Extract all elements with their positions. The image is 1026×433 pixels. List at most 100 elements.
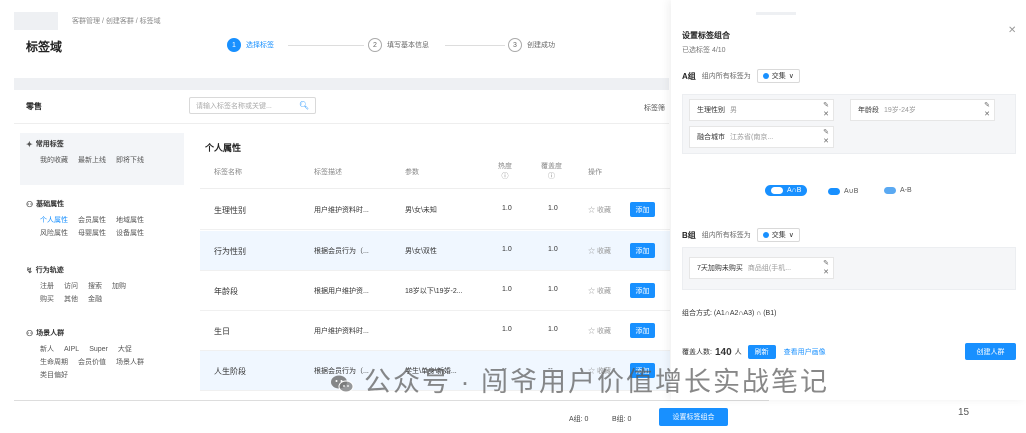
remove-icon[interactable]: ✕ (823, 138, 829, 145)
refresh-button[interactable]: 刷新 (747, 345, 776, 359)
sidebar-group-title: 基础属性 (36, 201, 65, 208)
sidebar-item-latest[interactable]: 最新上线 (78, 154, 106, 167)
people-icon: ⚇ (26, 199, 34, 209)
sidebar-item-register[interactable]: 注册 (40, 280, 54, 293)
sidebar-item-offline-soon[interactable]: 即将下线 (116, 154, 144, 167)
search-placeholder: 请输入标签名称或关键... (196, 102, 272, 110)
add-button[interactable]: 添加 (630, 243, 655, 258)
tag-chip: 融合城市 江苏省(南京... ✎ ✕ (689, 126, 834, 148)
sidebar-item-member[interactable]: 会员属性 (78, 214, 106, 227)
sidebar-item-maternal[interactable]: 母婴属性 (78, 227, 106, 240)
group-a-header: A组 组内所有标签为 交集 ∨ (682, 69, 800, 83)
sidebar-item-member-value[interactable]: 会员价值 (78, 356, 106, 369)
search-input[interactable]: 请输入标签名称或关键... 🔍︎ (189, 97, 316, 114)
sidebar-item-other[interactable]: 其他 (64, 293, 78, 306)
coverage-row: 覆盖人数: 140 人 刷新 查看用户画像 (682, 345, 826, 359)
sidebar-item-category-pref[interactable]: 类目偏好 (40, 369, 68, 382)
favorite-button[interactable]: ☆ 收藏 (588, 246, 611, 256)
view-profile-link[interactable]: 查看用户画像 (784, 347, 826, 357)
op-difference[interactable]: A-B (884, 187, 912, 194)
group-b-operator-select[interactable]: 交集 ∨ (756, 228, 800, 242)
group-hint: 组内所有标签为 (701, 73, 751, 80)
sidebar-item-super[interactable]: Super (89, 343, 108, 356)
sidebar-item-scene-crowd[interactable]: 场景人群 (116, 356, 144, 369)
close-icon[interactable]: ✕ (1008, 25, 1016, 36)
cell-desc: 根据用户维护资... (314, 288, 369, 295)
remove-icon[interactable]: ✕ (984, 111, 990, 118)
create-crowd-button[interactable]: 创建人群 (965, 343, 1016, 360)
toggle-icon (771, 187, 783, 194)
edit-icon[interactable]: ✎ (823, 129, 829, 136)
favorite-button[interactable]: ☆ 收藏 (588, 286, 611, 296)
group-a-count: A组: 0 (569, 416, 589, 423)
step-connector (445, 45, 505, 46)
sidebar-item-search[interactable]: 搜索 (88, 280, 102, 293)
drawer-handle (756, 12, 796, 15)
sidebar-item-favorites[interactable]: 我的收藏 (40, 154, 68, 167)
tag-filter-label[interactable]: 标签筛 (644, 103, 665, 113)
step-3[interactable]: 3 创建成功 (508, 38, 555, 52)
section-label: 零售 (26, 102, 42, 111)
sidebar-item-personal[interactable]: 个人属性 (40, 214, 68, 227)
toggle-icon (762, 232, 769, 238)
watermark-text: 公众号 · 闯爷用户价值增长实战笔记 (364, 367, 829, 397)
add-button[interactable]: 添加 (630, 323, 655, 338)
selected-count: 已选标签 4/10 (682, 47, 726, 54)
sidebar-item-purchase[interactable]: 购买 (40, 293, 54, 306)
op-intersection[interactable]: A∩B (765, 185, 808, 196)
sidebar-item-newcomer[interactable]: 新人 (40, 343, 54, 356)
cell-desc: 用户维护资料时... (314, 207, 369, 214)
chevron-down-icon: ∨ (788, 73, 794, 80)
remove-icon[interactable]: ✕ (823, 111, 829, 118)
cell-cover: 1.0 (548, 286, 558, 293)
favorite-button[interactable]: ☆ 收藏 (588, 326, 611, 336)
step-label: 创建成功 (527, 42, 555, 49)
cell-heat: 1.0 (502, 246, 512, 253)
op-union[interactable]: A∪B (828, 187, 858, 195)
step-1[interactable]: 1 选择标签 (227, 38, 274, 52)
sidebar-item-finance[interactable]: 金融 (88, 293, 102, 306)
edit-icon[interactable]: ✎ (823, 102, 829, 109)
divider (14, 123, 669, 124)
add-button[interactable]: 添加 (630, 283, 655, 298)
tag-chip: 7天加购未购买 商品组(手机... ✎ ✕ (689, 257, 834, 279)
sidebar-item-region[interactable]: 地域属性 (116, 214, 144, 227)
sidebar-group-title: 常用标签 (35, 141, 64, 148)
edit-icon[interactable]: ✎ (823, 260, 829, 267)
cell-heat: 1.0 (502, 326, 512, 333)
sidebar-item-lifecycle[interactable]: 生命周期 (40, 356, 68, 369)
pin-icon: ✦ (26, 139, 33, 149)
sidebar-item-risk[interactable]: 风险属性 (40, 227, 68, 240)
favorite-button[interactable]: ☆ 收藏 (588, 205, 611, 215)
select-value: 交集 (771, 73, 786, 80)
cell-param: 男\女\双性 (405, 248, 437, 255)
header-divider-band (14, 78, 669, 90)
step-number: 2 (368, 38, 382, 52)
info-icon[interactable]: ⓘ (502, 173, 509, 180)
add-button[interactable]: 添加 (630, 202, 655, 217)
sidebar-item-device[interactable]: 设备属性 (116, 227, 144, 240)
chevron-down-icon: ∨ (788, 232, 794, 239)
column-header: 热度 (498, 163, 512, 170)
search-icon[interactable]: 🔍︎ (299, 101, 309, 110)
tag-name: 生理性别 (697, 107, 725, 114)
sidebar-item-add-cart[interactable]: 加购 (112, 280, 126, 293)
edit-icon[interactable]: ✎ (984, 102, 990, 109)
sidebar-group-behavior: ↯ 行为轨迹 注册 访问 搜索 加购 购买 其他 金融 (20, 259, 184, 312)
sidebar-item-aipl[interactable]: AIPL (64, 343, 79, 356)
set-tag-combination-button[interactable]: 设置标签组合 (659, 408, 728, 426)
op-label: A∪B (844, 188, 859, 195)
remove-icon[interactable]: ✕ (823, 269, 829, 276)
table-row: 生理性别 用户维护资料时... 男\女\未知 1.0 1.0 ☆ 收藏 添加 (200, 190, 670, 230)
step-number: 1 (227, 38, 241, 52)
step-2[interactable]: 2 填写基本信息 (368, 38, 429, 52)
group-label: B组 (682, 230, 696, 240)
page-number: 15 (958, 407, 970, 418)
group-a-operator-select[interactable]: 交集 ∨ (756, 69, 800, 83)
watermark: 公众号 · 闯爷用户价值增长实战笔记 (330, 360, 829, 399)
sidebar-item-visit[interactable]: 访问 (64, 280, 78, 293)
people-icon: ⚇ (26, 328, 34, 338)
info-icon[interactable]: ⓘ (548, 173, 555, 180)
sidebar-item-promo[interactable]: 大促 (118, 343, 132, 356)
step-connector (288, 45, 364, 46)
